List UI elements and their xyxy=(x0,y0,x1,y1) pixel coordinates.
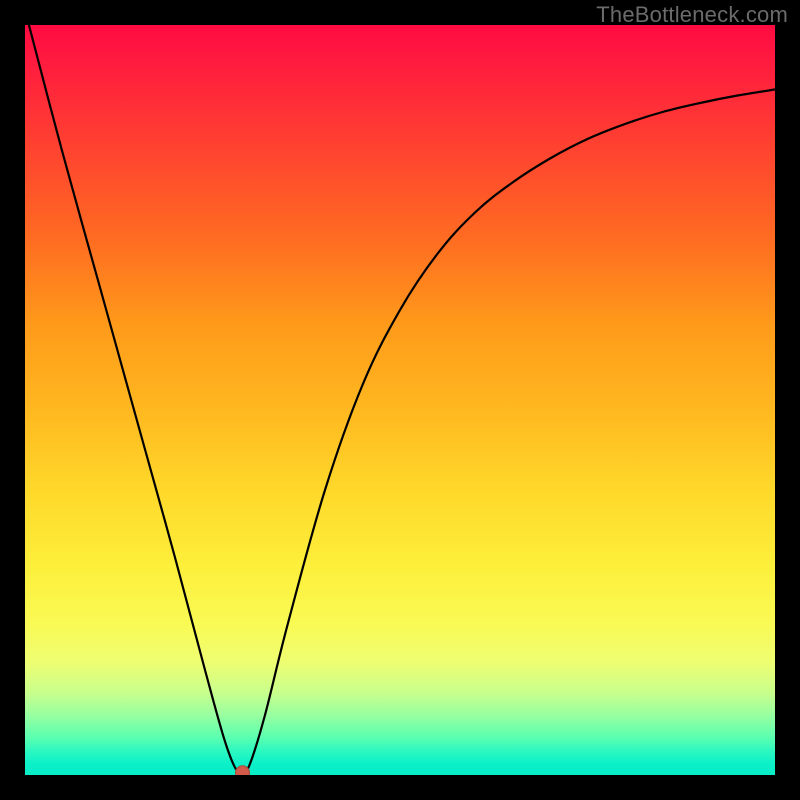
bottleneck-curve xyxy=(25,25,775,773)
curve-layer xyxy=(25,25,775,775)
chart-frame: TheBottleneck.com xyxy=(0,0,800,800)
watermark-text: TheBottleneck.com xyxy=(596,2,788,28)
plot-area xyxy=(25,25,775,775)
optimal-point-marker xyxy=(236,766,250,775)
